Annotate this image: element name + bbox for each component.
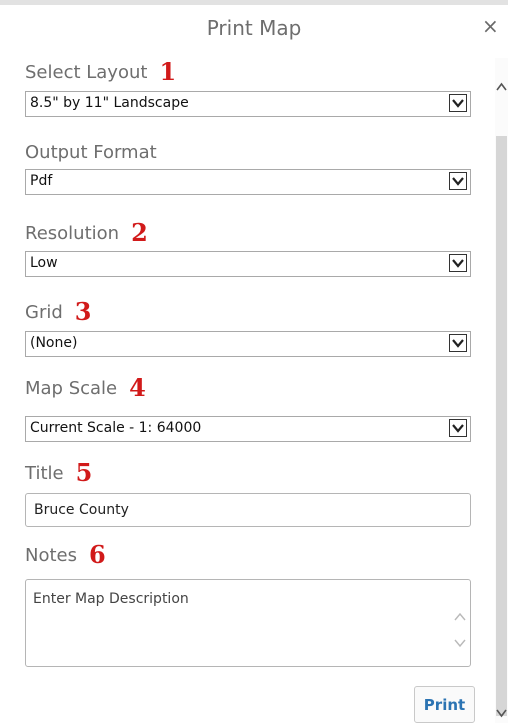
chevron-down-icon[interactable] [449, 94, 467, 112]
title-input[interactable]: Bruce County [25, 493, 471, 527]
notes-textarea[interactable]: Enter Map Description [25, 579, 471, 667]
step-marker-4: 4 [129, 373, 146, 402]
map-scale-label-text: Map Scale [25, 378, 118, 399]
print-button[interactable]: Print [414, 686, 475, 723]
step-marker-5: 5 [75, 458, 93, 487]
chevron-down-icon[interactable] [453, 634, 467, 648]
grid-label-text: Grid [25, 302, 63, 323]
grid-select[interactable]: (None) [25, 331, 471, 357]
title-label-text: Title [25, 463, 64, 484]
window-top-strip [0, 0, 508, 5]
map-scale-value: Current Scale - 1: 64000 [30, 420, 202, 436]
notes-label-text: Notes [25, 545, 77, 566]
chevron-up-icon[interactable] [453, 608, 467, 621]
output-format-label: Output Format [25, 138, 157, 168]
notes-label: Notes 6 [25, 540, 106, 570]
chevron-down-icon[interactable] [449, 334, 467, 352]
resolution-label-text: Resolution [25, 223, 120, 244]
dialog-title: Print Map [206, 16, 302, 40]
chevron-down-icon[interactable] [495, 704, 508, 718]
close-icon[interactable]: × [482, 14, 499, 38]
select-layout-label-text: Select Layout [25, 62, 148, 83]
resolution-label: Resolution 2 [25, 218, 148, 248]
output-format-label-text: Output Format [25, 142, 157, 163]
select-layout-label: Select Layout 1 [25, 57, 176, 87]
layout-select[interactable]: 8.5" by 11" Landscape [25, 91, 471, 117]
output-format-value: Pdf [30, 173, 53, 189]
scrollbar-thumb[interactable] [496, 136, 507, 716]
map-scale-select[interactable]: Current Scale - 1: 64000 [25, 416, 471, 442]
title-input-value: Bruce County [34, 502, 129, 518]
chevron-down-icon[interactable] [449, 254, 467, 272]
chevron-up-icon[interactable] [495, 78, 508, 91]
step-marker-2: 2 [131, 218, 148, 247]
layout-select-value: 8.5" by 11" Landscape [30, 95, 189, 111]
step-marker-1: 1 [159, 57, 177, 86]
vertical-scrollbar[interactable] [495, 58, 508, 723]
chevron-down-icon[interactable] [449, 419, 467, 437]
map-scale-label: Map Scale 4 [25, 373, 146, 403]
step-marker-6: 6 [89, 540, 106, 569]
title-label: Title 5 [25, 458, 92, 488]
chevron-down-icon[interactable] [449, 172, 467, 190]
resolution-value: Low [30, 255, 58, 271]
notes-placeholder: Enter Map Description [33, 591, 189, 607]
resolution-select[interactable]: Low [25, 251, 471, 277]
step-marker-3: 3 [74, 297, 92, 326]
output-format-select[interactable]: Pdf [25, 169, 471, 195]
grid-value: (None) [30, 335, 78, 351]
grid-label: Grid 3 [25, 297, 91, 327]
